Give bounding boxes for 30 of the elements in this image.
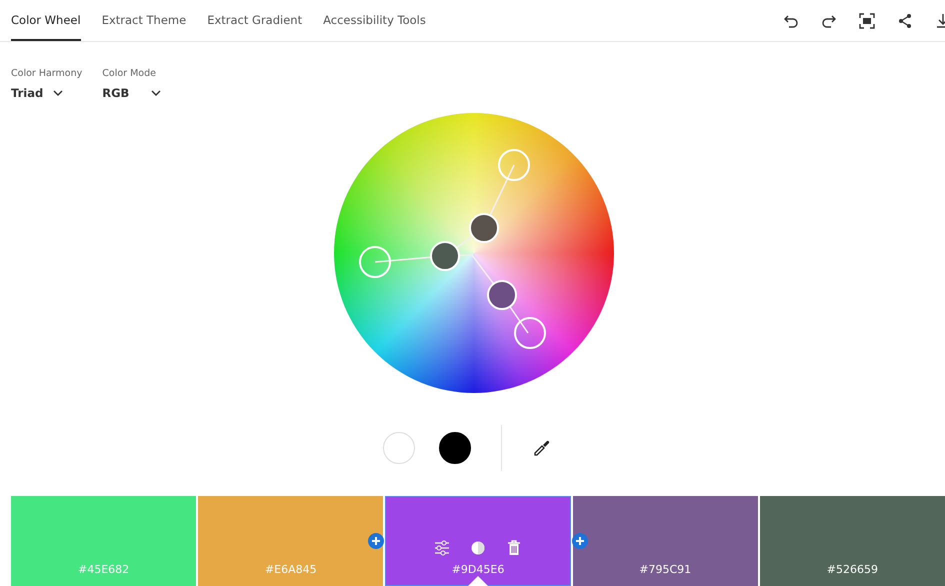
- contrast-icon[interactable]: [470, 540, 486, 556]
- share-icon[interactable]: [897, 12, 913, 28]
- hex-code: #526659: [826, 563, 878, 576]
- hex-code: #E6A845: [264, 563, 317, 576]
- dark-color-button[interactable]: [439, 432, 471, 464]
- color-swatch[interactable]: #9D45E6: [385, 496, 571, 586]
- tab[interactable]: Color Wheel: [11, 0, 81, 41]
- fit-screen-icon[interactable]: [859, 12, 875, 28]
- light-color-button[interactable]: [383, 432, 415, 464]
- control-label: Color Harmony: [11, 68, 82, 79]
- add-icon[interactable]: [368, 533, 384, 549]
- hex-code: #45E682: [78, 563, 130, 576]
- sliders-icon[interactable]: [434, 540, 450, 556]
- dropdown[interactable]: RGB: [102, 86, 162, 100]
- selection-pointer-icon: [468, 576, 488, 586]
- chevron-down-icon: [151, 90, 162, 96]
- redo-icon[interactable]: [821, 12, 837, 28]
- color-swatch[interactable]: #795C91: [572, 496, 758, 586]
- chevron-down-icon: [53, 90, 64, 96]
- hex-code: #795C91: [639, 563, 692, 576]
- tab[interactable]: Extract Theme: [102, 0, 186, 41]
- tab[interactable]: Extract Gradient: [207, 0, 302, 41]
- eyedropper-icon[interactable]: [532, 438, 552, 458]
- hex-code: #9D45E6: [452, 563, 504, 576]
- tab[interactable]: Accessibility Tools: [323, 0, 426, 41]
- trash-icon[interactable]: [506, 540, 522, 556]
- dropdown[interactable]: Triad: [11, 86, 64, 100]
- control-label: Color Mode: [102, 68, 156, 79]
- undo-icon[interactable]: [783, 12, 799, 28]
- color-swatch[interactable]: #526659: [760, 496, 945, 586]
